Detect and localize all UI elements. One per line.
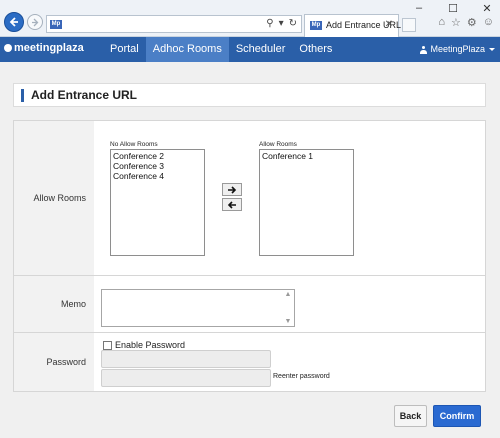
- page-title: Add Entrance URL: [31, 88, 138, 102]
- gear-icon[interactable]: ⚙: [467, 16, 477, 29]
- browser-tab[interactable]: Mp Add Entrance URL ✕: [304, 14, 401, 37]
- move-left-button[interactable]: [222, 198, 242, 211]
- new-tab-button[interactable]: [402, 18, 416, 32]
- list-item[interactable]: Conference 3: [113, 161, 202, 171]
- site-favicon: Mp: [50, 20, 62, 29]
- allow-rooms-label: Allow Rooms: [14, 121, 94, 275]
- maximize-icon[interactable]: ☐: [446, 2, 460, 15]
- scroll-up-icon[interactable]: ▲: [285, 291, 292, 298]
- close-window-icon[interactable]: ✕: [480, 2, 494, 15]
- nav-adhoc-rooms[interactable]: Adhoc Rooms: [145, 37, 229, 62]
- password-row: Password Enable Password Reenter passwor…: [14, 333, 485, 391]
- browser-chrome: – ☐ ✕ Mp ⚲ ▾ ↻ Mp Add Entrance URL ✕ ⌂ ☆…: [0, 0, 500, 37]
- app-navbar: meetingplaza Portal Adhoc Rooms Schedule…: [0, 37, 500, 62]
- move-right-button[interactable]: [222, 183, 242, 196]
- back-icon[interactable]: [4, 12, 24, 32]
- reenter-password-label: Reenter password: [273, 373, 330, 380]
- logo[interactable]: meetingplaza: [4, 42, 84, 54]
- nav-others[interactable]: Others: [292, 37, 339, 62]
- window-controls: – ☐ ✕: [412, 2, 494, 15]
- minimize-icon[interactable]: –: [412, 2, 426, 15]
- memo-label: Memo: [14, 276, 94, 332]
- allow-rooms-caption: Allow Rooms: [259, 141, 297, 148]
- logo-mark-icon: [4, 44, 12, 52]
- memo-row: Memo ▲ ▼: [14, 276, 485, 333]
- arrow-right-icon: [228, 185, 237, 194]
- browser-toolbar-icons: ⌂ ☆ ⚙ ☺: [438, 16, 494, 29]
- dropdown-icon[interactable]: ▾: [279, 18, 284, 29]
- back-button[interactable]: Back: [394, 405, 427, 427]
- address-tools: ⚲ ▾ ↻: [266, 18, 297, 29]
- confirm-button[interactable]: Confirm: [433, 405, 481, 427]
- nav-portal[interactable]: Portal: [103, 37, 146, 62]
- no-allow-rooms-list[interactable]: Conference 2 Conference 3 Conference 4: [110, 149, 205, 256]
- list-item[interactable]: Conference 1: [262, 151, 351, 161]
- scroll-down-icon[interactable]: ▼: [285, 318, 292, 325]
- main-nav: Portal Adhoc Rooms Scheduler Others: [103, 37, 339, 62]
- search-icon[interactable]: ⚲: [266, 18, 273, 29]
- allow-rooms-list[interactable]: Conference 1: [259, 149, 354, 256]
- address-bar[interactable]: Mp ⚲ ▾ ↻: [46, 15, 302, 33]
- arrow-left-icon: [227, 200, 236, 209]
- title-accent-bar: [21, 89, 24, 102]
- star-icon[interactable]: ☆: [451, 16, 461, 29]
- password-label: Password: [14, 333, 94, 391]
- forward-icon[interactable]: [27, 14, 43, 30]
- entrance-url-form: Allow Rooms No Allow Rooms Conference 2 …: [13, 120, 486, 392]
- chevron-down-icon: [489, 48, 495, 51]
- list-item[interactable]: Conference 2: [113, 151, 202, 161]
- no-allow-rooms-caption: No Allow Rooms: [110, 141, 158, 148]
- tab-favicon: Mp: [310, 21, 322, 30]
- nav-scheduler[interactable]: Scheduler: [229, 37, 293, 62]
- allow-rooms-row: Allow Rooms No Allow Rooms Conference 2 …: [14, 121, 485, 276]
- memo-scrollbar[interactable]: ▲ ▼: [283, 291, 293, 325]
- user-icon: [420, 45, 428, 54]
- user-menu[interactable]: MeetingPlaza: [420, 37, 495, 62]
- memo-textarea[interactable]: ▲ ▼: [101, 289, 295, 327]
- enable-password-checkbox[interactable]: [103, 340, 112, 350]
- close-icon[interactable]: ✕: [385, 19, 393, 30]
- logo-text: meetingplaza: [14, 42, 84, 54]
- smiley-icon[interactable]: ☺: [483, 16, 494, 29]
- refresh-icon[interactable]: ↻: [289, 18, 297, 29]
- password-input[interactable]: [101, 350, 271, 368]
- enable-password-label: Enable Password: [115, 340, 186, 350]
- reenter-password-input[interactable]: [101, 369, 271, 387]
- page-header: Add Entrance URL: [13, 83, 486, 107]
- home-icon[interactable]: ⌂: [438, 16, 445, 29]
- list-item[interactable]: Conference 4: [113, 171, 202, 181]
- enable-password-option[interactable]: Enable Password: [103, 340, 185, 350]
- user-name: MeetingPlaza: [430, 44, 485, 54]
